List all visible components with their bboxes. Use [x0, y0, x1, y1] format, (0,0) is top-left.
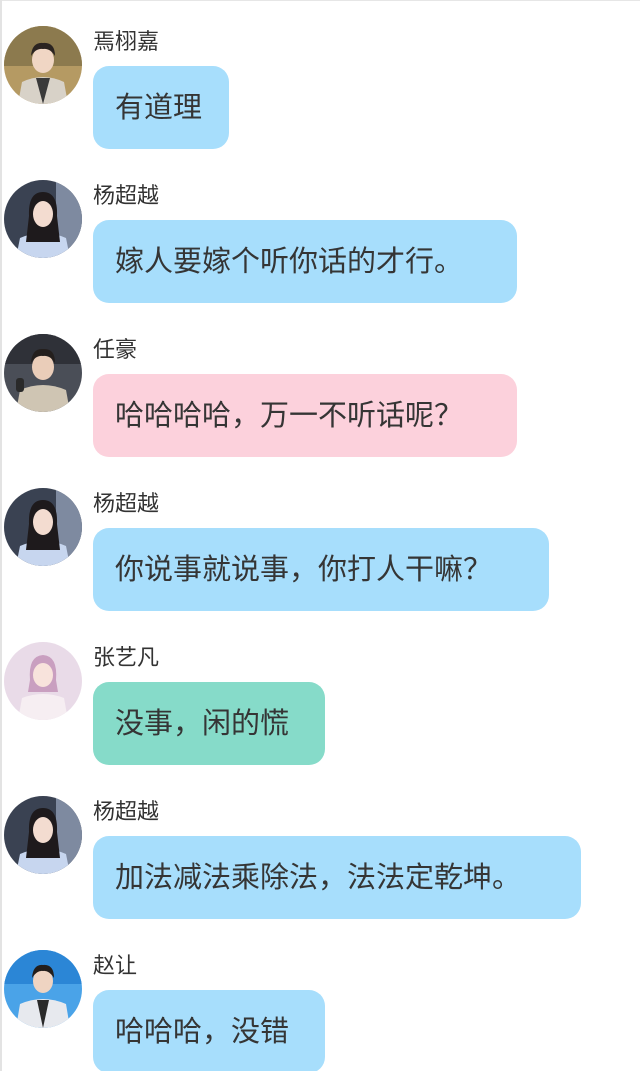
- female-avatar-icon[interactable]: [4, 796, 82, 874]
- male-avatar-icon[interactable]: [4, 26, 82, 104]
- sender-name: 杨超越: [93, 184, 160, 209]
- message-bubble[interactable]: 加法减法乘除法，法法定乾坤。: [93, 836, 581, 919]
- female-avatar-icon[interactable]: [4, 642, 82, 720]
- message-bubble[interactable]: 有道理: [93, 66, 229, 149]
- sender-name: 任豪: [93, 338, 138, 363]
- sender-name: 张艺凡: [93, 646, 160, 671]
- message-bubble[interactable]: 嫁人要嫁个听你话的才行。: [93, 220, 517, 303]
- chat-message: 杨超越 加法减法乘除法，法法定乾坤。: [0, 796, 640, 946]
- chat-message: 焉栩嘉 有道理: [0, 26, 640, 176]
- chat-message: 赵让 哈哈哈，没错: [0, 950, 640, 1071]
- message-bubble[interactable]: 你说事就说事，你打人干嘛？: [93, 528, 549, 611]
- chat-message: 张艺凡 没事，闲的慌: [0, 642, 640, 792]
- chat-message: 任豪 哈哈哈哈，万一不听话呢？: [0, 334, 640, 484]
- message-bubble[interactable]: 哈哈哈，没错: [93, 990, 325, 1071]
- male-avatar-icon[interactable]: [4, 334, 82, 412]
- male-avatar-icon[interactable]: [4, 950, 82, 1028]
- chat-message: 杨超越 你说事就说事，你打人干嘛？: [0, 488, 640, 638]
- sender-name: 杨超越: [93, 492, 160, 517]
- sender-name: 杨超越: [93, 800, 160, 825]
- female-avatar-icon[interactable]: [4, 180, 82, 258]
- female-avatar-icon[interactable]: [4, 488, 82, 566]
- top-divider: [0, 0, 640, 1]
- chat-message: 杨超越 嫁人要嫁个听你话的才行。: [0, 180, 640, 330]
- sender-name: 赵让: [93, 954, 138, 979]
- sender-name: 焉栩嘉: [93, 30, 160, 55]
- message-bubble[interactable]: 没事，闲的慌: [93, 682, 325, 765]
- message-bubble[interactable]: 哈哈哈哈，万一不听话呢？: [93, 374, 517, 457]
